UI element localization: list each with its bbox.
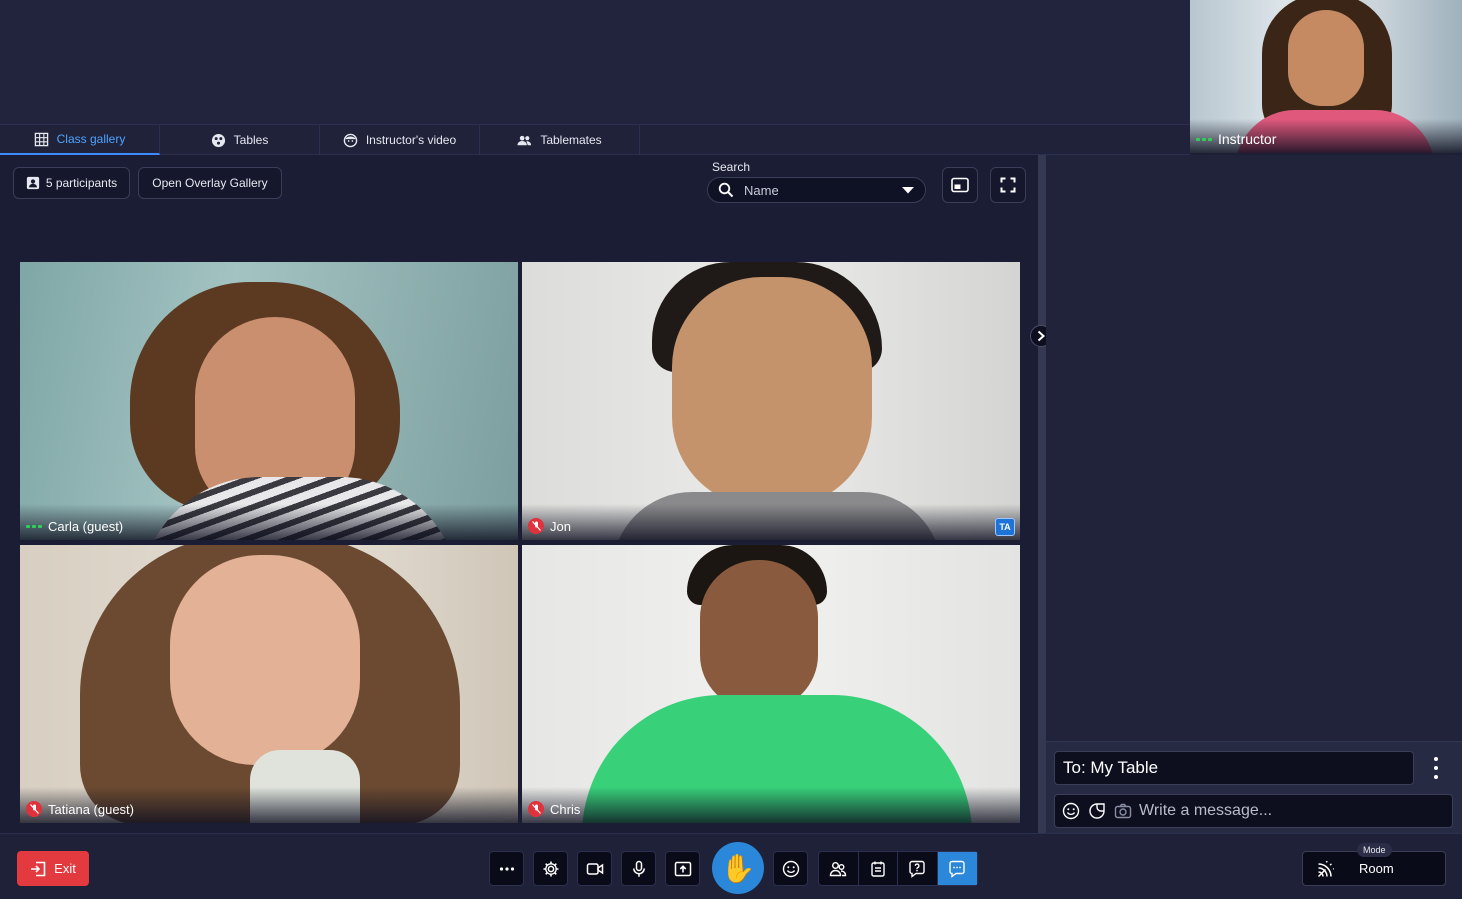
person-face (170, 555, 360, 765)
top-bar (0, 0, 1190, 125)
participant-name: Chris (550, 801, 581, 817)
gear-icon (543, 861, 558, 876)
tab-tablemates[interactable]: Tablemates (480, 125, 640, 155)
instructor-name: Instructor (1218, 131, 1277, 147)
participants-panel-button[interactable] (819, 852, 859, 885)
audio-level-icon (26, 525, 42, 528)
search-value: Name (744, 182, 779, 198)
notepad-icon (871, 861, 885, 877)
more-button[interactable] (489, 851, 524, 886)
participant-name: Tatiana (guest) (48, 801, 134, 817)
chat-button[interactable] (937, 852, 977, 885)
mode-value: Room (1359, 861, 1394, 876)
tile-label: Jon (528, 518, 571, 534)
fullscreen-button[interactable] (990, 167, 1026, 203)
tile-label: Tatiana (guest) (26, 801, 134, 817)
tab-label: Tablemates (540, 133, 602, 147)
message-box (1054, 794, 1453, 828)
chat-bubble-icon (949, 860, 965, 878)
instructor-video[interactable]: Instructor (1190, 0, 1462, 153)
reactions-button[interactable] (773, 851, 808, 886)
video-tile-tatiana[interactable]: Tatiana (guest) (20, 545, 518, 823)
search-label: Search (712, 160, 751, 174)
muted-mic-icon (528, 518, 544, 534)
chat-panel (1046, 155, 1462, 833)
share-screen-button[interactable] (665, 851, 700, 886)
camera-button[interactable] (577, 851, 612, 886)
smiley-icon (782, 860, 799, 877)
search-icon (718, 182, 734, 198)
tab-label: Tables (233, 133, 269, 147)
audio-level-icon (1196, 137, 1212, 141)
chat-recipient-select[interactable]: To: My Table (1054, 751, 1414, 785)
person-face (672, 277, 872, 507)
participants-count: 5 participants (45, 176, 118, 190)
face-icon (343, 133, 358, 147)
view-tabs: Class gallery Tables Instructor's video … (0, 125, 1190, 155)
share-screen-icon (674, 861, 691, 876)
muted-mic-icon (26, 801, 42, 817)
video-camera-icon (586, 862, 603, 875)
panel-splitter[interactable] (1038, 155, 1046, 833)
tab-label: Class gallery (56, 132, 126, 146)
open-overlay-gallery-button[interactable]: Open Overlay Gallery (138, 167, 282, 199)
people-icon (830, 861, 847, 876)
tab-class-gallery[interactable]: Class gallery (0, 125, 160, 155)
more-horizontal-icon (499, 866, 514, 871)
instructor-face (1288, 10, 1364, 106)
question-bubble-icon (909, 860, 925, 878)
person-face (700, 560, 818, 710)
panel-toggle-group (818, 851, 978, 886)
tab-instructors-video[interactable]: Instructor's video (320, 125, 480, 155)
grid-icon (34, 132, 48, 146)
hand-icon: ✋ (720, 852, 756, 884)
video-tile-carla[interactable]: Carla (guest) (20, 262, 518, 540)
picture-in-picture-button[interactable] (942, 167, 978, 203)
participant-name: Jon (550, 518, 571, 534)
participant-name: Carla (guest) (48, 519, 124, 534)
tile-label: Carla (guest) (26, 519, 123, 534)
sticker-icon[interactable] (1087, 801, 1107, 821)
notes-button[interactable] (859, 852, 898, 885)
settings-button[interactable] (533, 851, 568, 886)
microphone-icon (632, 860, 645, 877)
table-icon (211, 133, 225, 147)
exit-button[interactable]: Exit (17, 851, 89, 886)
participants-button[interactable]: 5 participants (13, 167, 130, 199)
broadcast-icon (1317, 860, 1335, 877)
emoji-icon[interactable] (1061, 801, 1081, 821)
fullscreen-icon (1000, 177, 1016, 193)
raise-hand-button[interactable]: ✋ (712, 842, 764, 894)
ta-badge: TA (995, 518, 1015, 536)
microphone-button[interactable] (621, 851, 656, 886)
overlay-label: Open Overlay Gallery (152, 176, 268, 190)
chevron-down-icon (902, 187, 914, 194)
tile-label: Chris (528, 801, 580, 817)
tab-label: Instructor's video (365, 133, 457, 147)
people-icon (517, 135, 532, 145)
picture-in-picture-icon (951, 177, 969, 193)
contact-card-icon (26, 176, 39, 190)
message-input[interactable] (1139, 795, 1452, 827)
muted-mic-icon (528, 801, 544, 817)
instructor-label: Instructor (1196, 131, 1276, 147)
chevron-right-icon (1037, 330, 1045, 342)
mode-label: Mode (1357, 843, 1392, 857)
tab-tables[interactable]: Tables (160, 125, 320, 155)
exit-label: Exit (54, 861, 76, 876)
questions-button[interactable] (898, 852, 938, 885)
exit-icon (31, 861, 46, 876)
video-tile-chris[interactable]: Chris (522, 545, 1020, 823)
search-select[interactable]: Name (707, 177, 926, 203)
more-options-icon[interactable] (1426, 757, 1446, 779)
camera-icon[interactable] (1113, 801, 1133, 821)
video-tile-jon[interactable]: Jon TA (522, 262, 1020, 540)
